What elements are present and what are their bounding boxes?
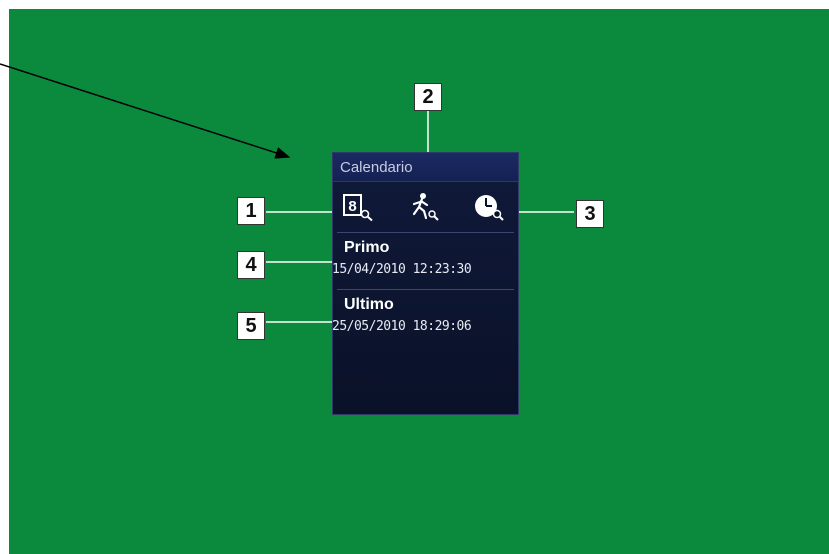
callout-4: 4 xyxy=(237,251,265,279)
first-datetime: 15/04/2010 12:23:30 xyxy=(332,262,472,277)
callout-3: 3 xyxy=(576,200,604,228)
last-record: Ultimo 25/05/2010 18:29:06 xyxy=(332,290,518,346)
icon-toolbar: 8 xyxy=(333,182,518,232)
callout-2: 2 xyxy=(414,83,442,111)
calendar-panel: Calendario 8 Primo 15/04/2010 12:23:30 U… xyxy=(332,152,519,415)
first-label: Primo xyxy=(344,239,390,256)
svg-text:8: 8 xyxy=(348,198,356,215)
calendar-search-icon[interactable]: 8 xyxy=(342,192,376,222)
running-figure-search-icon[interactable] xyxy=(408,192,442,222)
clock-search-icon[interactable] xyxy=(473,192,507,222)
last-label: Ultimo xyxy=(344,296,394,313)
first-record: Primo 15/04/2010 12:23:30 xyxy=(332,233,518,289)
callout-5: 5 xyxy=(237,312,265,340)
callout-1: 1 xyxy=(237,197,265,225)
panel-title: Calendario xyxy=(333,153,518,182)
last-datetime: 25/05/2010 18:29:06 xyxy=(332,319,472,334)
